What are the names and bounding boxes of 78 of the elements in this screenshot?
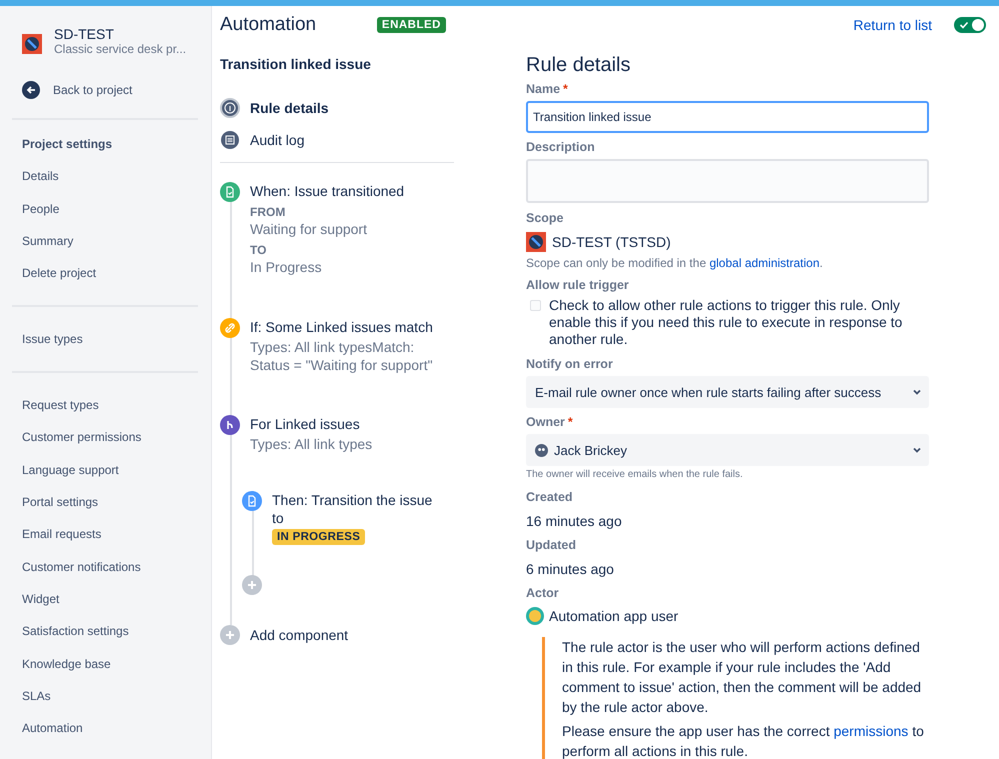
field-label: Created	[526, 489, 574, 505]
sidebar-item[interactable]: Issue types	[22, 331, 199, 348]
field-label: Allow rule trigger	[526, 277, 630, 293]
step-description: Types: All link types	[250, 435, 374, 453]
step-detail-value: In Progress	[250, 258, 323, 276]
project-name: SD-TEST	[54, 26, 115, 42]
step-title[interactable]: Then: Transition the issue to	[272, 491, 447, 527]
field-label: Scope	[526, 210, 565, 226]
step-title[interactable]: If: Some Linked issues match	[250, 318, 470, 336]
notify-select[interactable]: E-mail rule owner once when rule starts failing after success	[526, 376, 929, 408]
page-title: Automation	[220, 14, 316, 36]
description-field[interactable]	[526, 159, 929, 203]
link-icon	[220, 318, 240, 338]
list-icon	[220, 130, 240, 150]
sidebar-item[interactable]: Satisfaction settings	[22, 623, 199, 640]
field-label: Name *	[526, 81, 569, 97]
action-icon	[242, 491, 262, 511]
step-description: Types: All link typesMatch: Status = "Waiting for support"	[250, 338, 434, 374]
user-avatar-icon	[526, 607, 544, 625]
add-icon[interactable]	[220, 625, 240, 645]
name-input[interactable]: Transition linked issue	[526, 101, 929, 133]
rule-nav-item[interactable]: Rule details	[220, 98, 470, 118]
sidebar-item[interactable]: Language support	[22, 462, 199, 478]
field-label: Owner *	[526, 414, 574, 430]
add-icon[interactable]	[242, 575, 262, 595]
created-value: 16 minutes ago	[526, 512, 623, 530]
field-label: Description	[526, 139, 596, 155]
user-avatar-icon	[535, 444, 548, 456]
sidebar-item[interactable]: Customer permissions	[22, 429, 199, 446]
project-avatar-icon	[526, 232, 546, 252]
step-detail-label: FROM	[250, 204, 286, 220]
global-administration-link[interactable]: global administration	[709, 256, 820, 270]
project-type: Classic service desk pr...	[54, 42, 186, 56]
checkbox-label: Check to allow other rule actions to trigger this rule. Only enable this if you need this rule to execute in response to another rule.	[549, 297, 904, 348]
sidebar-item[interactable]: Summary	[22, 232, 199, 249]
sidebar-item[interactable]: Delete project	[22, 265, 199, 282]
check-icon	[959, 20, 969, 30]
scope-value: SD-TEST (TSTSD)	[552, 233, 671, 251]
callout-text: Please ensure the app user has the correct permissions to perform all actions in this rule.	[562, 722, 925, 759]
step-title[interactable]: When: Issue transitioned	[250, 182, 470, 200]
trigger-icon	[220, 182, 240, 202]
field-label: Actor	[526, 585, 560, 601]
sidebar-heading: Project settings	[22, 136, 114, 152]
field-label: Updated	[526, 537, 577, 553]
return-to-list-link[interactable]: Return to list	[853, 17, 932, 33]
sidebar-item[interactable]: SLAs	[22, 688, 199, 704]
sidebar-item[interactable]: Details	[22, 168, 199, 184]
add-component-link[interactable]: Add component	[250, 627, 348, 643]
rule-toggle[interactable]	[954, 17, 986, 33]
owner-select[interactable]: Jack Brickey	[526, 434, 929, 466]
section-heading: Rule details	[526, 53, 632, 77]
sidebar-item[interactable]: Automation	[22, 720, 199, 736]
rule-name: Transition linked issue	[220, 56, 372, 72]
sidebar-item[interactable]: Portal settings	[22, 494, 199, 510]
actor-value: Automation app user	[549, 607, 678, 625]
sidebar-item[interactable]: Email requests	[22, 526, 199, 542]
status-badge: ENABLED	[376, 17, 446, 33]
sidebar-item[interactable]: Request types	[22, 397, 199, 414]
sidebar-item[interactable]: People	[22, 200, 199, 217]
back-link[interactable]: Back to project	[22, 80, 199, 100]
scope-note: Scope can only be modified in the global administration.	[526, 255, 824, 271]
sidebar-item[interactable]: Knowledge base	[22, 656, 199, 672]
checkbox[interactable]	[530, 300, 541, 311]
project-avatar-icon	[22, 34, 42, 54]
owner-hint: The owner will receive emails when the rule fails.	[526, 469, 744, 480]
rule-nav-item[interactable]: Audit log	[220, 130, 470, 150]
step-title[interactable]: For Linked issues	[250, 415, 470, 433]
info-icon	[220, 98, 240, 118]
field-label: Notify on error	[526, 356, 614, 372]
callout-text: The rule actor is the user who will perform actions defined in this rule. For example if your rule includes the 'Add comment to issue' action, then the comment will be added by the rule actor above.	[562, 638, 922, 717]
updated-value: 6 minutes ago	[526, 560, 615, 578]
branch-icon	[220, 415, 240, 435]
step-detail-value: Waiting for support	[250, 220, 368, 238]
step-detail-label: TO	[250, 242, 268, 258]
sidebar-item[interactable]: Widget	[22, 590, 199, 607]
permissions-link[interactable]: permissions	[834, 723, 908, 739]
status-lozenge: IN PROGRESS	[272, 529, 366, 545]
sidebar-item[interactable]: Customer notifications	[22, 558, 199, 575]
